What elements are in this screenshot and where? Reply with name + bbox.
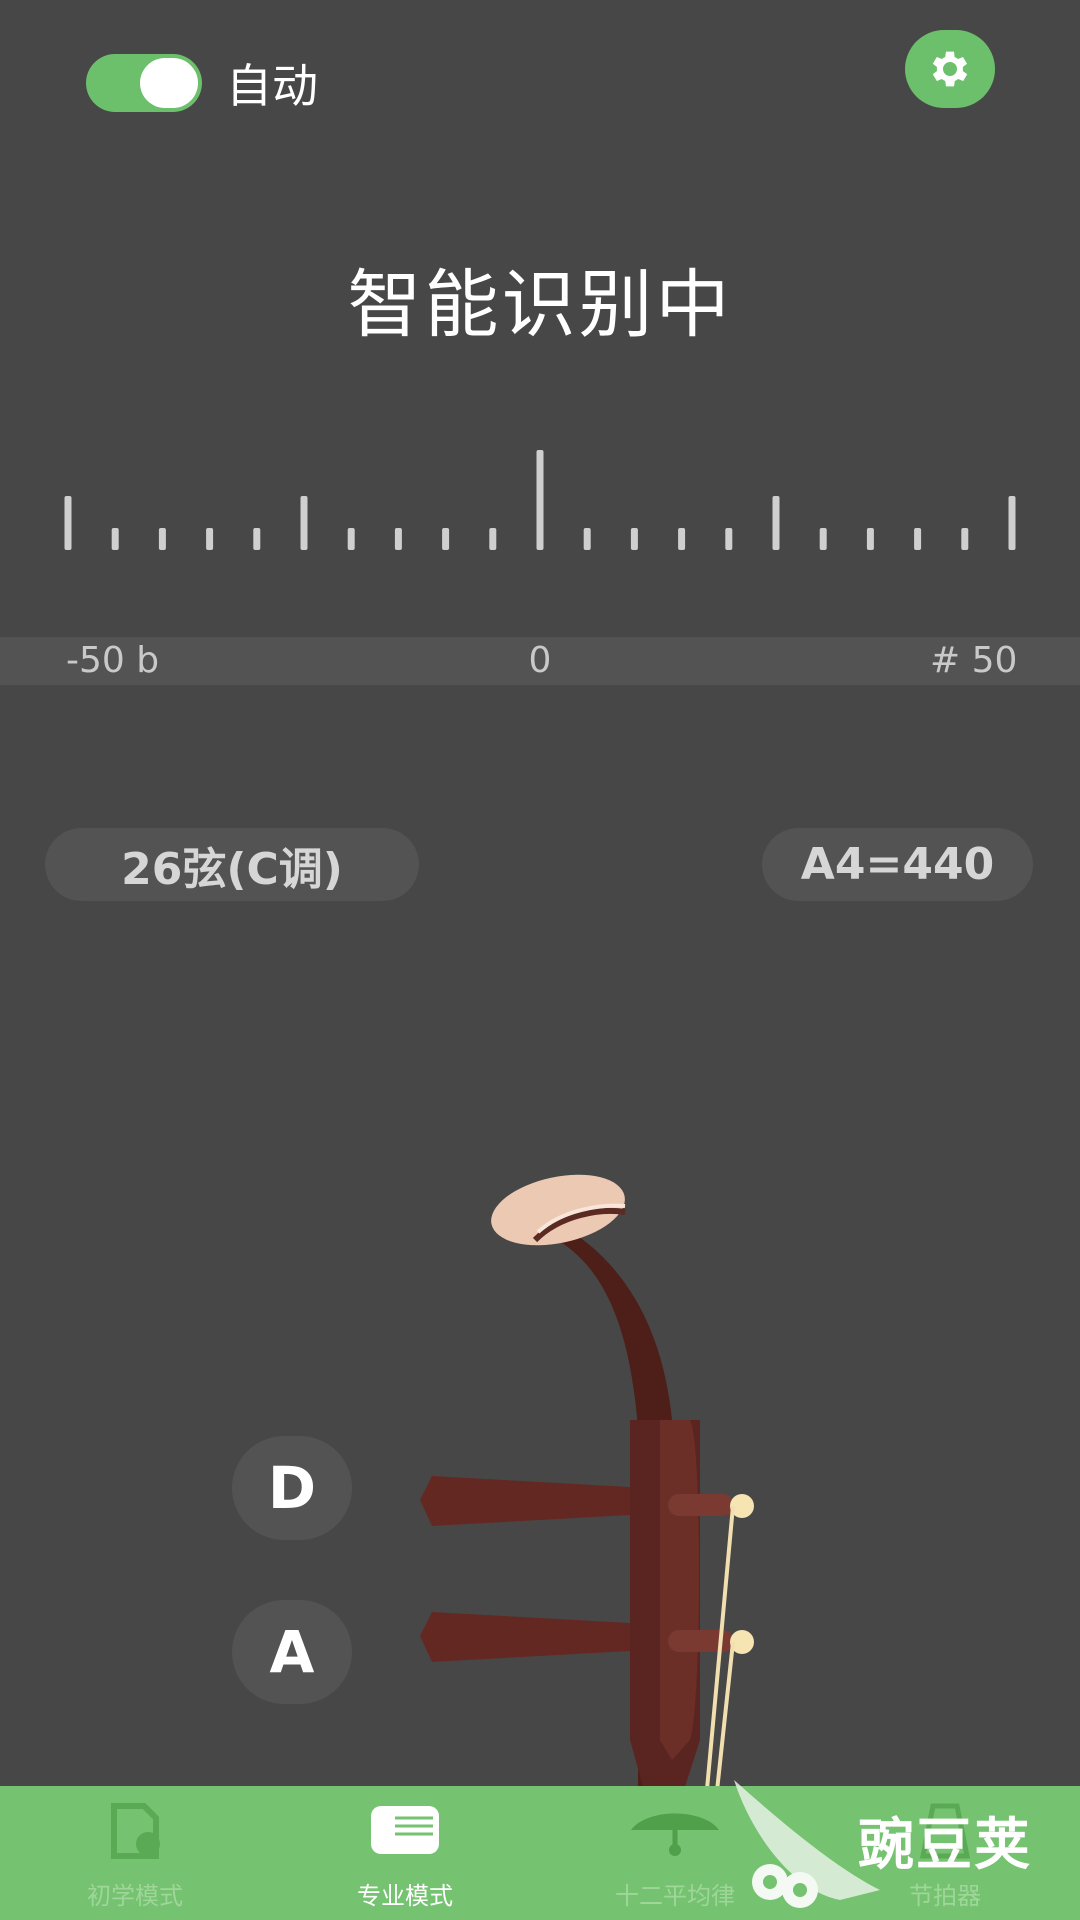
meter-tick (819, 528, 827, 550)
gear-icon (932, 51, 968, 87)
status-text: 智能识别中 (347, 262, 733, 348)
meter-tick (206, 528, 214, 550)
meter-tick (583, 528, 591, 550)
meter-tick (772, 496, 780, 550)
toggle-knob (140, 58, 198, 108)
meter-center-tick (536, 450, 544, 550)
meter-max-label: # 50 (930, 640, 1018, 681)
string-button-a[interactable]: A (232, 1600, 352, 1704)
instrument-selector[interactable]: 26弦(C调) (45, 828, 419, 901)
meter-tick (111, 528, 119, 550)
meter-tick (866, 528, 874, 550)
meter-tick (253, 528, 261, 550)
meter-tick (914, 528, 922, 550)
meter-tick (300, 496, 308, 550)
meter-tick (64, 496, 72, 550)
nav-pro-mode[interactable]: 专业模式 (270, 1786, 540, 1920)
meter-tick (442, 528, 450, 550)
meter-tick (630, 528, 638, 550)
string-button-d[interactable]: D (232, 1436, 352, 1540)
nav-label: 初学模式 (87, 1882, 183, 1910)
meter-tick (347, 528, 355, 550)
meter-tick (1008, 496, 1016, 550)
watermark-text: 豌豆荚 (858, 1813, 1032, 1878)
pro-icon (371, 1806, 439, 1854)
settings-button[interactable] (905, 30, 995, 108)
auto-label: 自动 (226, 59, 318, 113)
erhu-illustration (420, 1174, 754, 1800)
beginner-icon (111, 1803, 160, 1859)
temperament-icon (631, 1813, 719, 1856)
tuning-meter (64, 450, 1016, 550)
auto-toggle[interactable] (86, 54, 202, 112)
meter-tick (489, 528, 497, 550)
reference-pitch-selector[interactable]: A4=440 (762, 828, 1033, 901)
nav-label: 专业模式 (357, 1882, 453, 1910)
meter-center-label: 0 (528, 640, 552, 681)
meter-tick (725, 528, 733, 550)
meter-tick (394, 528, 402, 550)
nav-beginner-mode[interactable]: 初学模式 (0, 1786, 270, 1920)
meter-tick (158, 528, 166, 550)
meter-tick (961, 528, 969, 550)
meter-tick (678, 528, 686, 550)
